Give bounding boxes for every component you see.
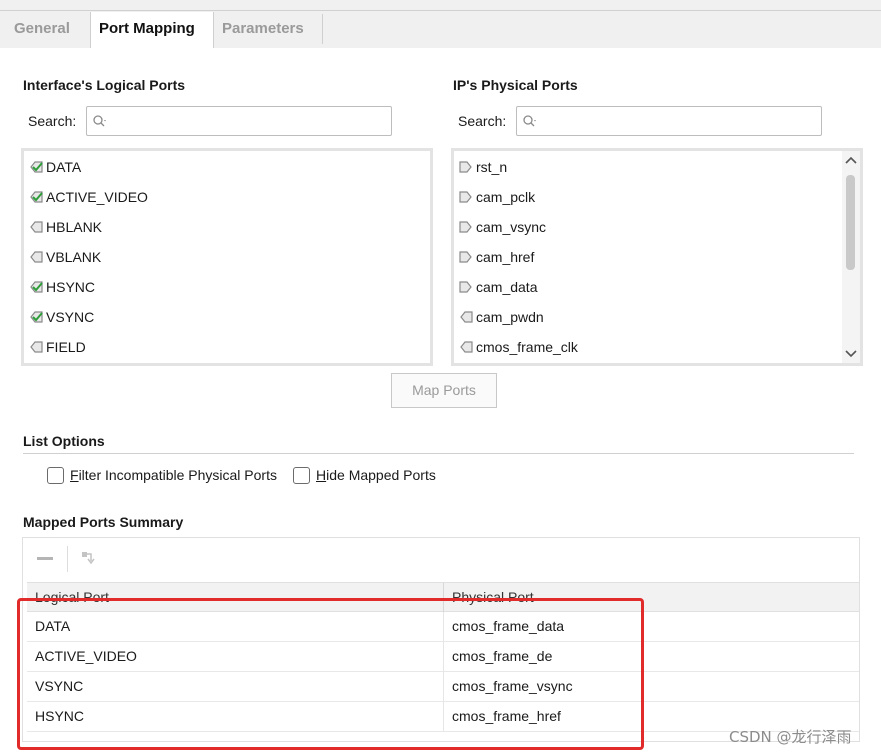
hide-mapped-label[interactable]: Hide Mapped Ports bbox=[316, 467, 436, 483]
list-options-title: List Options bbox=[23, 433, 105, 449]
physical-port-cell: cmos_frame_href bbox=[452, 708, 561, 724]
input-port-icon bbox=[459, 251, 472, 263]
physical-port-item[interactable]: cmos_frame_clk bbox=[458, 336, 578, 358]
logical-search-input[interactable] bbox=[86, 106, 392, 136]
physical-port-label: rst_n bbox=[476, 159, 508, 175]
logical-port-item[interactable]: HBLANK bbox=[28, 216, 102, 238]
scroll-up-icon[interactable] bbox=[845, 155, 857, 165]
logical-port-cell: DATA bbox=[35, 618, 71, 634]
logical-port-label: FIELD bbox=[46, 339, 86, 355]
logical-ports-list[interactable]: DATA ACTIVE_VIDEO HBLANK VBLANK HSYNC VSYNC FI… bbox=[21, 148, 433, 366]
col-logical-port[interactable]: Logical Port bbox=[35, 589, 109, 605]
scroll-down-icon[interactable] bbox=[845, 349, 857, 359]
physical-port-cell: cmos_frame_vsync bbox=[452, 678, 573, 694]
port-icon bbox=[30, 251, 43, 263]
physical-port-label: cam_data bbox=[476, 279, 538, 295]
search-icon bbox=[523, 115, 536, 127]
logical-port-item[interactable]: VSYNC bbox=[28, 306, 94, 328]
logical-port-item[interactable]: HSYNC bbox=[28, 276, 95, 298]
logical-port-cell: VSYNC bbox=[35, 678, 84, 694]
physical-ports-title: IP's Physical Ports bbox=[453, 77, 578, 93]
mapped-port-icon bbox=[30, 311, 43, 323]
mapped-port-icon bbox=[30, 161, 43, 173]
mapped-ports-summary: Logical Port Physical Port DATA cmos_fram… bbox=[22, 537, 860, 742]
input-port-icon bbox=[459, 221, 472, 233]
physical-port-item[interactable]: cam_data bbox=[458, 276, 537, 298]
filter-incompatible-label[interactable]: Filter Incompatible Physical Ports bbox=[70, 467, 277, 483]
physical-port-item[interactable]: cam_href bbox=[458, 246, 534, 268]
logical-port-cell: ACTIVE_VIDEO bbox=[35, 648, 137, 664]
list-options-divider bbox=[23, 453, 854, 454]
input-port-icon bbox=[459, 191, 472, 203]
filter-incompatible-checkbox[interactable] bbox=[47, 467, 64, 484]
physical-port-cell: cmos_frame_de bbox=[452, 648, 553, 664]
tab-parameters[interactable]: Parameters bbox=[214, 12, 323, 48]
physical-port-label: cam_pwdn bbox=[476, 309, 544, 325]
logical-ports-title: Interface's Logical Ports bbox=[23, 77, 186, 93]
physical-port-cell: cmos_frame_data bbox=[452, 618, 565, 634]
map-ports-button[interactable]: Map Ports bbox=[391, 373, 497, 408]
physical-port-label: cam_vsync bbox=[476, 219, 547, 235]
physical-port-item[interactable]: cam_vsync bbox=[458, 216, 546, 238]
port-icon bbox=[30, 341, 43, 353]
physical-port-label: cam_pclk bbox=[476, 189, 536, 205]
col-physical-port[interactable]: Physical Port bbox=[452, 589, 534, 605]
logical-port-label: HSYNC bbox=[46, 279, 96, 295]
mapped-port-icon bbox=[30, 191, 43, 203]
auto-connect-icon[interactable] bbox=[80, 550, 98, 568]
table-row[interactable]: ACTIVE_VIDEO cmos_frame_de bbox=[27, 642, 859, 672]
summary-toolbar bbox=[23, 538, 859, 580]
port-icon bbox=[30, 221, 43, 233]
physical-ports-list[interactable]: rst_n cam_pclk cam_vsync cam_href cam_dataca… bbox=[451, 148, 863, 366]
logical-port-item[interactable]: VBLANK bbox=[28, 246, 101, 268]
tab-bar-top-border bbox=[0, 10, 881, 11]
summary-table-header: Logical Port Physical Port bbox=[27, 582, 859, 613]
physical-port-item[interactable]: rst_n bbox=[458, 156, 507, 178]
tab-bar: General Port Mapping Parameters bbox=[0, 0, 881, 48]
logical-port-label: ACTIVE_VIDEO bbox=[46, 189, 148, 205]
physical-search-input[interactable] bbox=[516, 106, 822, 136]
mapped-summary-title: Mapped Ports Summary bbox=[23, 514, 184, 530]
physical-port-item[interactable]: cam_pclk bbox=[458, 186, 535, 208]
output-port-icon bbox=[460, 311, 473, 323]
search-icon bbox=[93, 115, 106, 127]
logical-port-item[interactable]: FIELD bbox=[28, 336, 86, 358]
physical-port-label: cmos_frame_clk bbox=[476, 339, 578, 355]
logical-port-item[interactable]: DATA bbox=[28, 156, 81, 178]
table-row[interactable]: DATA cmos_frame_data bbox=[27, 612, 859, 642]
watermark: CSDN @龙行泽雨 bbox=[729, 728, 852, 746]
mapped-port-icon bbox=[30, 281, 43, 293]
physical-search-label: Search: bbox=[458, 113, 507, 129]
tab-parameters-label: Parameters bbox=[222, 20, 304, 37]
logical-search-label: Search: bbox=[28, 113, 77, 129]
logical-port-label: HBLANK bbox=[46, 219, 103, 235]
tab-port-mapping-label: Port Mapping bbox=[99, 20, 195, 37]
logical-port-cell: HSYNC bbox=[35, 708, 85, 724]
remove-icon[interactable] bbox=[37, 556, 53, 562]
physical-port-label: cam_href bbox=[476, 249, 535, 265]
input-port-icon bbox=[459, 281, 472, 293]
hide-mapped-checkbox[interactable] bbox=[293, 467, 310, 484]
tab-general[interactable]: General bbox=[6, 12, 90, 48]
output-port-icon bbox=[460, 341, 473, 353]
tab-port-mapping[interactable]: Port Mapping bbox=[90, 12, 214, 48]
logical-port-label: VSYNC bbox=[46, 309, 95, 325]
physical-port-item[interactable]: cam_pwdn bbox=[458, 306, 544, 328]
scrollbar-thumb[interactable] bbox=[846, 175, 855, 270]
physical-list-scrollbar[interactable] bbox=[842, 151, 860, 363]
table-row[interactable]: VSYNC cmos_frame_vsync bbox=[27, 672, 859, 702]
tab-general-label: General bbox=[14, 20, 70, 37]
logical-port-item[interactable]: ACTIVE_VIDEO bbox=[28, 186, 148, 208]
input-port-icon bbox=[459, 161, 472, 173]
logical-port-label: VBLANK bbox=[46, 249, 102, 265]
logical-port-label: DATA bbox=[46, 159, 82, 175]
